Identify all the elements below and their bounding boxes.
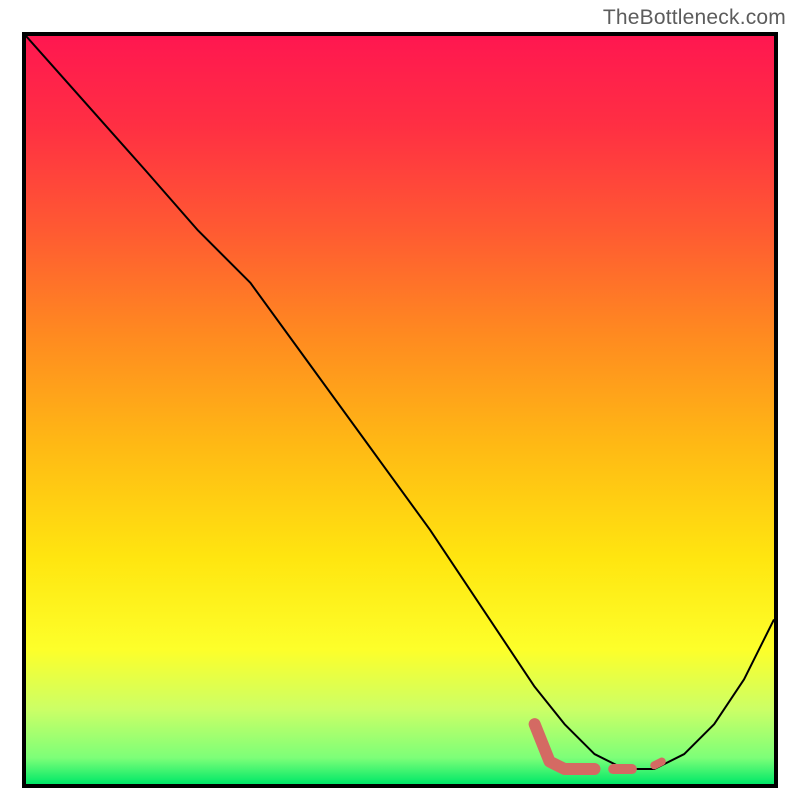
chart-plot-area (22, 32, 778, 788)
chart-curves (26, 36, 774, 784)
series-highlight-dot (654, 762, 661, 766)
series-highlight-segment (535, 724, 595, 769)
series-bottleneck-curve (26, 36, 774, 769)
watermark-text: TheBottleneck.com (603, 6, 786, 30)
